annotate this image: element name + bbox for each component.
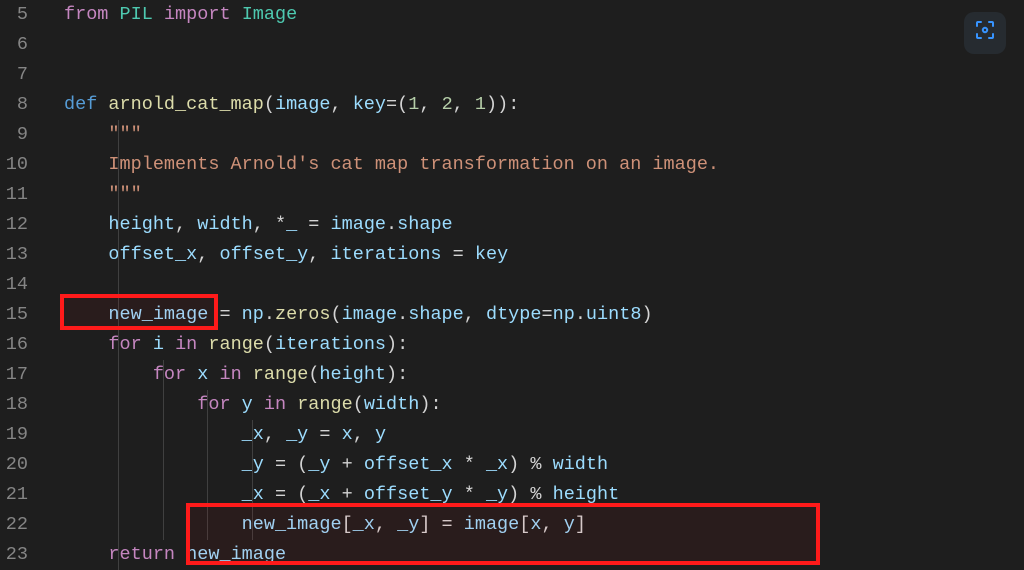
line-number: 13	[0, 240, 28, 270]
code-line[interactable]: def arnold_cat_map(image, key=(1, 2, 1))…	[64, 90, 1024, 120]
code-line[interactable]: for x in range(height):	[64, 360, 1024, 390]
line-number: 18	[0, 390, 28, 420]
code-line[interactable]: for i in range(iterations):	[64, 330, 1024, 360]
line-number: 23	[0, 540, 28, 570]
line-number: 9	[0, 120, 28, 150]
line-number: 19	[0, 420, 28, 450]
code-line[interactable]: offset_x, offset_y, iterations = key	[64, 240, 1024, 270]
screenshot-icon	[973, 18, 997, 48]
line-number: 6	[0, 30, 28, 60]
code-line[interactable]: new_image[_x, _y] = image[x, y]	[64, 510, 1024, 540]
code-line[interactable]: """	[64, 180, 1024, 210]
code-line[interactable]: for y in range(width):	[64, 390, 1024, 420]
code-line[interactable]: return new_image	[64, 540, 1024, 570]
code-area[interactable]: from PIL import Image def arnold_cat_map…	[38, 0, 1024, 569]
line-number: 8	[0, 90, 28, 120]
line-number: 15	[0, 300, 28, 330]
code-line[interactable]	[64, 30, 1024, 60]
line-number: 16	[0, 330, 28, 360]
code-line[interactable]: """	[64, 120, 1024, 150]
line-number: 14	[0, 270, 28, 300]
line-number: 20	[0, 450, 28, 480]
line-number: 17	[0, 360, 28, 390]
code-line[interactable]: height, width, *_ = image.shape	[64, 210, 1024, 240]
code-line[interactable]: new_image = np.zeros(image.shape, dtype=…	[64, 300, 1024, 330]
code-line[interactable]: from PIL import Image	[64, 0, 1024, 30]
screenshot-button[interactable]	[964, 12, 1006, 54]
code-line[interactable]	[64, 60, 1024, 90]
code-line[interactable]: _y = (_y + offset_x * _x) % width	[64, 450, 1024, 480]
code-editor[interactable]: 5 6 7 8 9 10 11 12 13 14 15 16 17 18 19 …	[0, 0, 1024, 569]
line-number: 11	[0, 180, 28, 210]
line-number: 7	[0, 60, 28, 90]
code-line[interactable]: Implements Arnold's cat map transformati…	[64, 150, 1024, 180]
line-number: 10	[0, 150, 28, 180]
code-line[interactable]: _x, _y = x, y	[64, 420, 1024, 450]
line-number-gutter: 5 6 7 8 9 10 11 12 13 14 15 16 17 18 19 …	[0, 0, 38, 569]
line-number: 22	[0, 510, 28, 540]
line-number: 5	[0, 0, 28, 30]
code-line[interactable]: _x = (_x + offset_y * _y) % height	[64, 480, 1024, 510]
code-line[interactable]	[64, 270, 1024, 300]
line-number: 12	[0, 210, 28, 240]
line-number: 21	[0, 480, 28, 510]
